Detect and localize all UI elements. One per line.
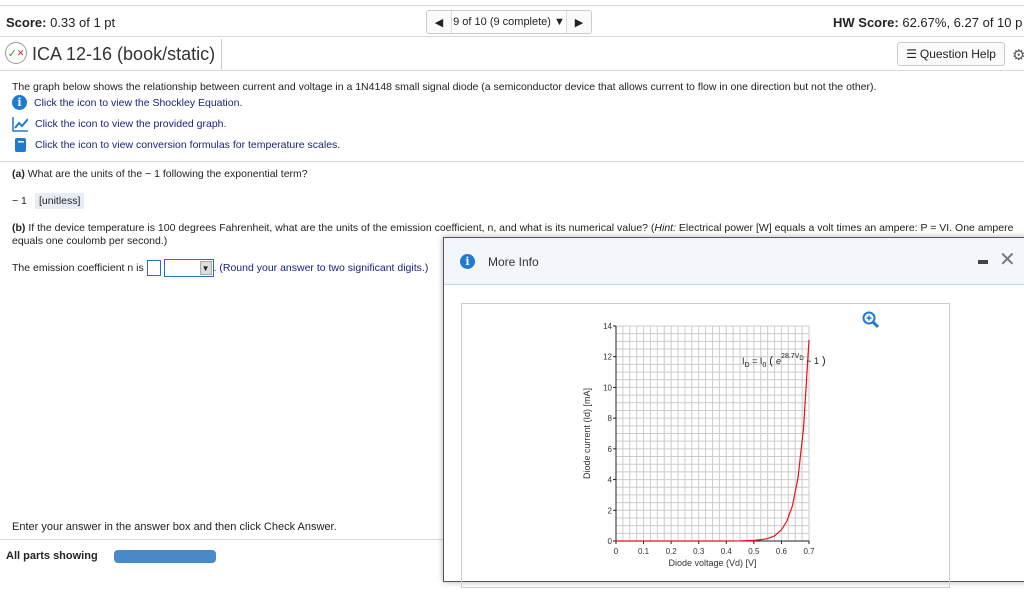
y-tick-label: 6 [608,445,613,454]
part-b-text: If the device temperature is 100 degrees… [28,222,655,234]
emission-value-input[interactable] [146,260,161,276]
top-bar: Score: 0.33 of 1 pt ◀ 9 of 10 (9 complet… [0,5,1024,37]
hw-score: HW Score: 62.67%, 6.27 of 10 p [833,15,1022,30]
divider [0,161,1024,162]
intro-text: The graph below shows the relationship b… [12,81,877,93]
y-tick-label: 10 [603,383,612,392]
nav-text: 9 of 10 (9 complete) [453,16,551,28]
shockley-link[interactable]: i Click the icon to view the Shockley Equ… [12,95,242,110]
minimize-button[interactable] [978,260,988,264]
part-b-text: Electrical power [W] equals a volt times… [676,222,1014,234]
x-axis-label: Diode voltage (Vd) [V] [668,558,756,568]
score-value: 0.33 of 1 pt [50,15,116,30]
conversion-link[interactable]: Click the icon to view conversion formul… [12,137,340,153]
x-tick-label: 0.1 [638,547,650,556]
y-tick-label: 4 [608,476,613,485]
graph-link[interactable]: Click the icon to view the provided grap… [12,116,226,132]
next-question-button[interactable]: ▶ [567,11,591,33]
close-button[interactable]: ✕ [999,247,1016,272]
question-help-label: Question Help [919,47,996,61]
chart-icon[interactable] [12,116,28,132]
link-text[interactable]: Click the icon to view conversion formul… [35,139,340,151]
divider [221,39,222,70]
diode-iv-chart: 0 0.1 0.2 0.3 0.4 0.5 0.6 0.7 0 2 4 6 8 10 12 14 Diode v… [582,322,826,568]
part-b-label: (b) [12,222,26,234]
x-tick-label: 0.3 [693,547,705,556]
hw-value: 62.67%, 6.27 of 10 p [902,15,1023,30]
zoom-in-icon[interactable] [862,311,880,329]
y-tick-label: 2 [608,506,613,515]
all-parts-label: All parts showing [6,550,98,562]
question-select[interactable]: 9 of 10 (9 complete) ▼ [451,11,567,33]
parts-progress-bar [114,550,216,563]
x-tick-label: 0.5 [748,547,760,556]
question-navigator: ◀ 9 of 10 (9 complete) ▼ ▶ [426,10,592,34]
part-b-question-cont: equals one coulomb per second.) [12,235,168,247]
graph-box: 0 0.1 0.2 0.3 0.4 0.5 0.6 0.7 0 2 4 6 8 10 12 14 Diode v… [461,303,950,588]
y-axis-label: Diode current (Id) [mA] [582,388,592,479]
dialog-header: i More Info ✕ [444,238,1024,285]
info-icon[interactable]: i [12,95,27,110]
part-b-question: (b) If the device temperature is 100 deg… [12,222,1013,234]
units-dropdown[interactable]: ▼ [163,259,214,277]
x-tick-label: 0 [614,547,619,556]
emission-row: The emission coefficient n is ▼. (Round … [12,259,428,277]
part-a-question: (a) What are the units of the − 1 follow… [12,168,308,180]
x-tick-label: 0.6 [776,547,788,556]
x-tick-label: 0.7 [803,547,815,556]
caret-down-icon: ▼ [553,16,565,28]
x-tick-label: 0.2 [666,547,678,556]
equation-label: ID = I0 ( e28.7VD − 1 ) [742,353,826,369]
info-icon: i [460,254,475,269]
partial-credit-icon: ✓ ✕ [5,42,27,64]
title-bar: ✓ ✕ ICA 12-16 (book/static) ☰ Question Hel… [0,37,1024,71]
y-tick-label: 0 [608,537,613,546]
part-a-label: (a) [12,168,25,180]
emission-label: The emission coefficient n is [12,261,144,274]
part-a-prefix: − 1 [12,195,27,207]
score: Score: 0.33 of 1 pt [6,15,115,30]
list-icon: ☰ [906,47,917,61]
page-title: ICA 12-16 (book/static) [32,44,216,64]
part-a-answer: [unitless] [35,193,85,209]
more-info-dialog: i More Info ✕ 0 0.1 0.2 0.3 0.4 0.5 0.6 0.7 0 2 4 6… [443,237,1024,588]
part-a-text: What are the units of the − 1 following … [27,168,308,180]
link-text[interactable]: Click the icon to view the Shockley Equa… [34,97,242,109]
x-tick-label: 0.4 [721,547,733,556]
hint-label: Hint: [654,222,676,234]
book-icon[interactable] [12,137,28,153]
dialog-title: More Info [488,255,539,269]
prev-question-button[interactable]: ◀ [427,11,451,33]
hw-label: HW Score: [833,15,899,30]
gear-icon[interactable]: ⚙ [1012,46,1024,64]
link-text[interactable]: Click the icon to view the provided grap… [35,118,226,130]
score-label: Score: [6,15,47,30]
y-tick-label: 8 [608,414,613,423]
round-note: . (Round your answer to two significant … [213,261,429,274]
caret-down-icon: ▼ [199,261,212,275]
y-tick-label: 14 [603,322,612,331]
question-help-button[interactable]: ☰ Question Help [897,42,1005,66]
instruction: Enter your answer in the answer box and … [12,521,337,533]
y-tick-label: 12 [603,353,612,362]
